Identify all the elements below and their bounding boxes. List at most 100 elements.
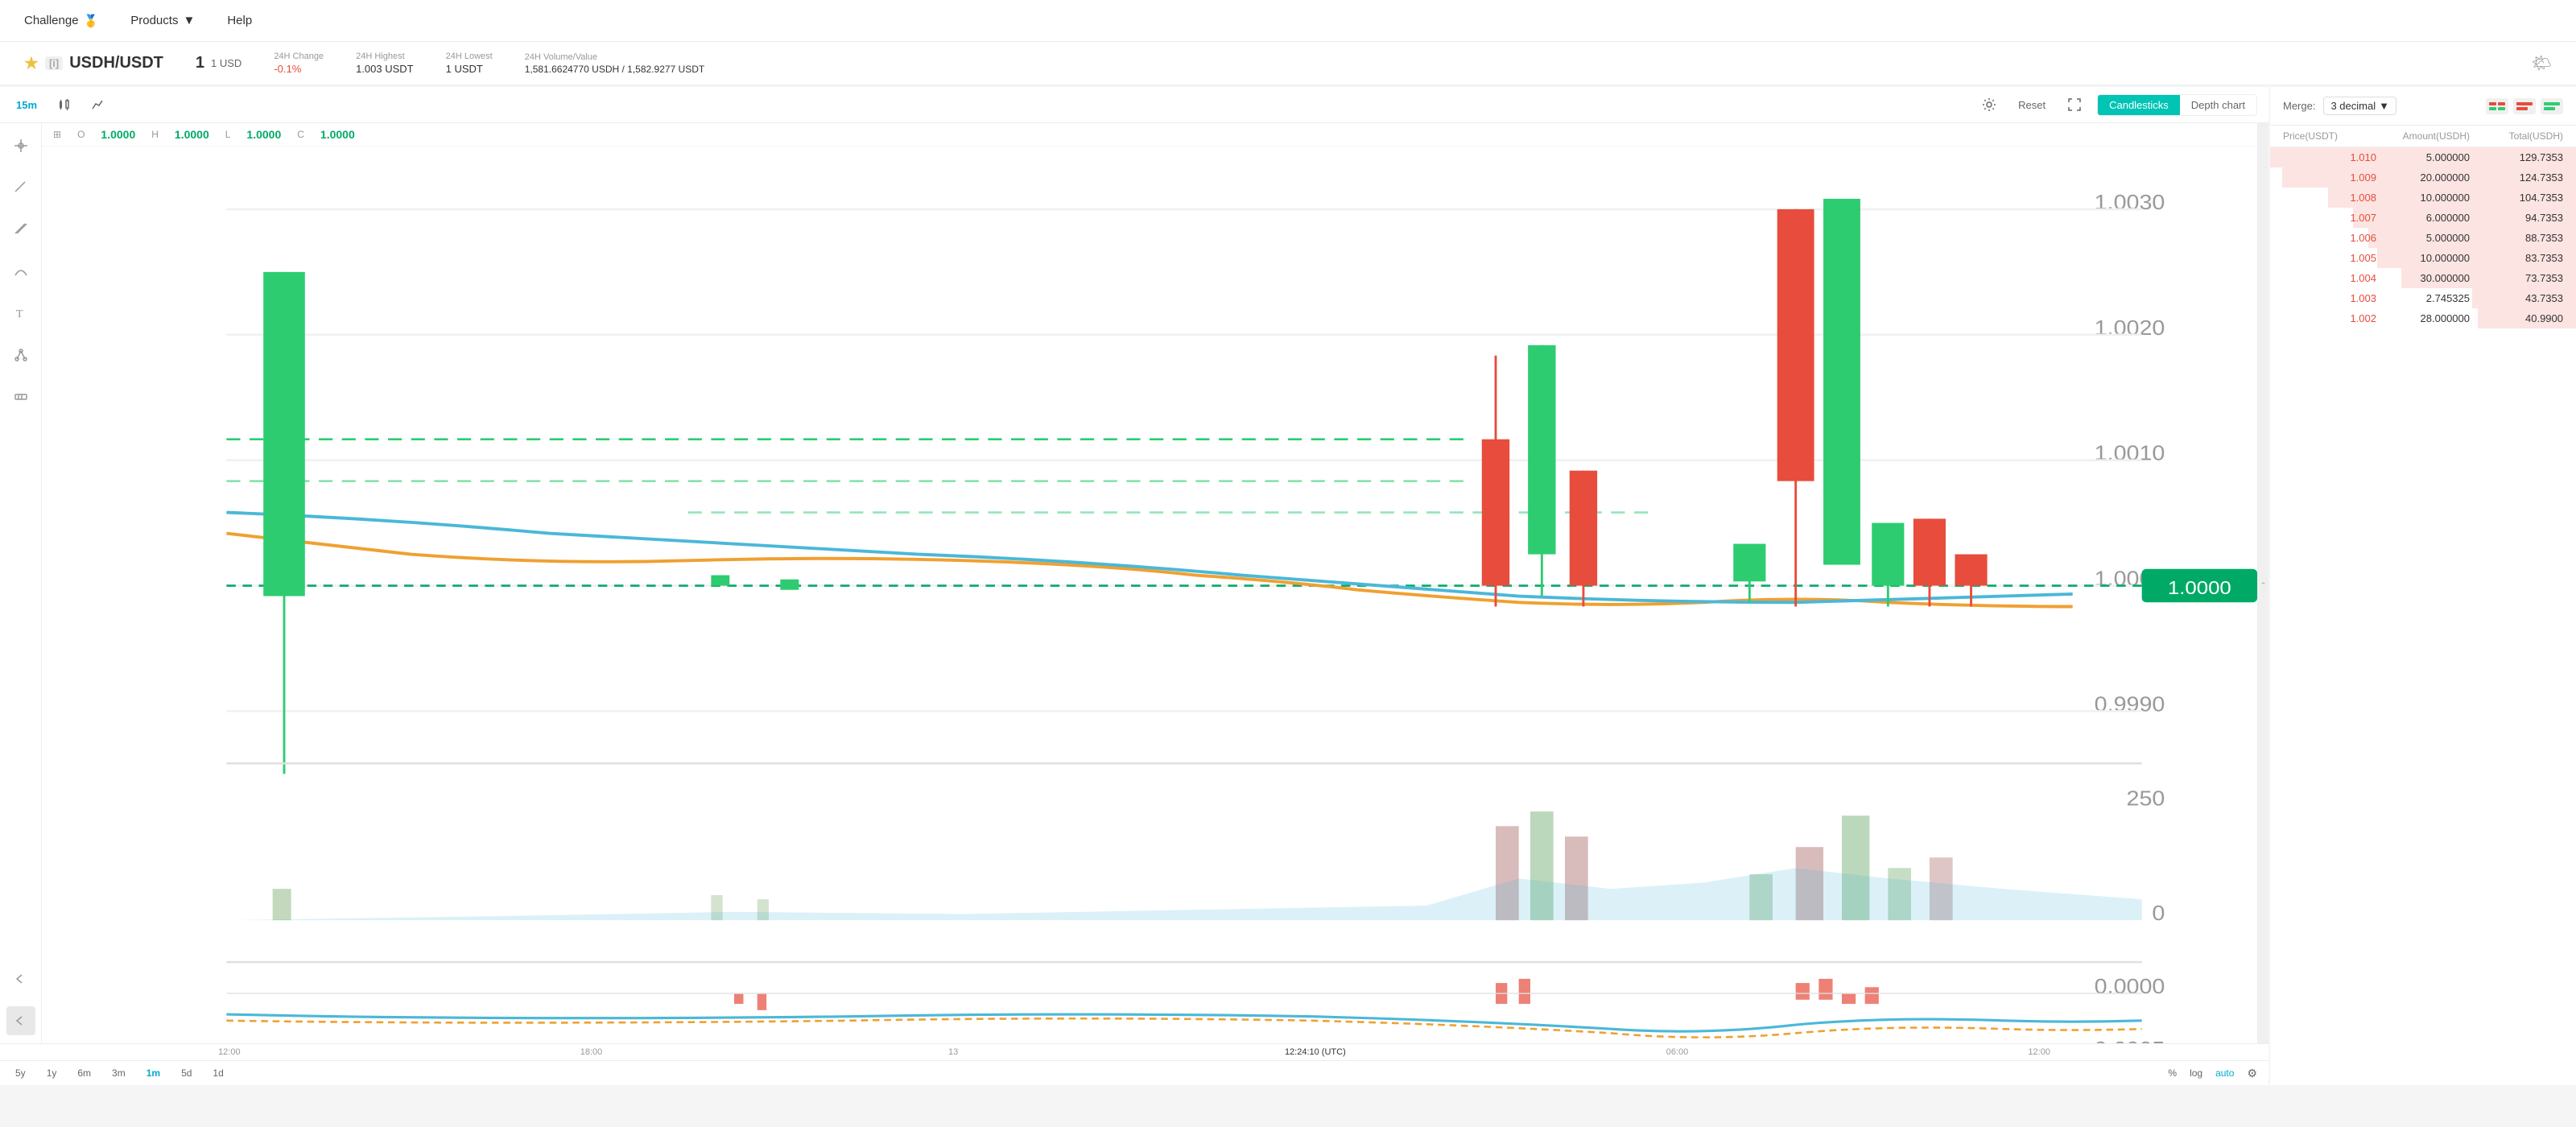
top-navigation: Challenge 🥇 Products ▼ Help xyxy=(0,0,2576,42)
chart-settings-icon[interactable]: ⚙ xyxy=(2247,1067,2257,1080)
ohlc-open: 1.0000 xyxy=(101,128,135,141)
ask-total-cell: 83.7353 xyxy=(2470,252,2563,264)
ask-total-cell: 43.7353 xyxy=(2470,292,2563,304)
back-tool[interactable] xyxy=(6,964,35,993)
info-badge: [i] xyxy=(45,56,63,70)
merge-select[interactable]: 3 decimal ▼ xyxy=(2323,97,2396,115)
lowest-value: 1 USDT xyxy=(446,63,493,75)
fullscreen-button[interactable] xyxy=(2063,93,2086,116)
ask-price-cell: 1.005 xyxy=(2283,252,2376,264)
ask-total-cell: 40.9900 xyxy=(2470,312,2563,324)
period-1y-button[interactable]: 1y xyxy=(43,1066,61,1080)
node-tool[interactable] xyxy=(6,341,35,369)
main-layout: 15m xyxy=(0,87,2576,1085)
ask-amount-cell: 30.000000 xyxy=(2376,272,2470,284)
ask-total-cell: 129.7353 xyxy=(2470,151,2563,163)
svg-text:0: 0 xyxy=(2152,901,2165,924)
auto-scale-button[interactable]: auto xyxy=(2215,1067,2234,1079)
time-label-1200: 12:00 xyxy=(48,1047,411,1057)
period-5y-button[interactable]: 5y xyxy=(11,1066,30,1080)
merge-value: 3 decimal xyxy=(2330,100,2376,112)
ticker-usd: 1 USD xyxy=(211,57,242,69)
chart-panel: 15m xyxy=(0,87,2268,1085)
measure-tool[interactable] xyxy=(6,382,35,411)
ask-price-cell: 1.009 xyxy=(2283,171,2376,184)
line-tool[interactable] xyxy=(6,173,35,202)
nav-challenge[interactable]: Challenge 🥇 xyxy=(24,14,98,28)
svg-text:0.0000: 0.0000 xyxy=(2095,974,2165,997)
ob-ask-row[interactable]: 1.00810.000000104.7353 xyxy=(2270,188,2576,208)
text-tool[interactable]: T xyxy=(6,299,35,328)
ohlc-low: 1.0000 xyxy=(246,128,281,141)
merge-dropdown-icon: ▼ xyxy=(2379,100,2389,112)
left-toolbar: T xyxy=(0,123,42,1043)
curve-tool[interactable] xyxy=(6,257,35,286)
ob-ask-row[interactable]: 1.0032.74532543.7353 xyxy=(2270,288,2576,308)
help-label: Help xyxy=(227,14,252,27)
ob-view-both-button[interactable] xyxy=(2486,98,2508,114)
period-3m-button[interactable]: 3m xyxy=(108,1066,130,1080)
ob-total-header: Total(USDH) xyxy=(2470,130,2563,142)
settings-gear-icon[interactable] xyxy=(1978,93,2000,116)
ray-tool[interactable] xyxy=(6,215,35,244)
period-5d-button[interactable]: 5d xyxy=(177,1066,196,1080)
change-label: 24H Change xyxy=(274,52,324,61)
ob-ask-row[interactable]: 1.0105.000000129.7353 xyxy=(2270,147,2576,167)
timeframe-15m-button[interactable]: 15m xyxy=(11,97,42,114)
period-6m-button[interactable]: 6m xyxy=(73,1066,95,1080)
weather-icon: 🌤 xyxy=(2532,53,2552,73)
collapse-sidebar-button[interactable]: ‹ xyxy=(2257,123,2268,1043)
chart-area: ⊞ O 1.0000 H 1.0000 L 1.0000 C 1.0000 1.… xyxy=(42,123,2257,1043)
depth-chart-button[interactable]: Depth chart xyxy=(2180,95,2256,115)
ask-amount-cell: 10.000000 xyxy=(2376,192,2470,204)
period-1d-button[interactable]: 1d xyxy=(208,1066,227,1080)
ticker-change-stat: 24H Change -0.1% xyxy=(274,52,324,75)
candlesticks-button[interactable]: Candlesticks xyxy=(2098,95,2180,115)
favorite-star-icon[interactable]: ★ xyxy=(24,53,39,73)
chart-svg-area[interactable]: 1.0030 1.0020 1.0010 1.0000 0.9990 xyxy=(42,147,2257,1043)
ask-total-cell: 88.7353 xyxy=(2470,232,2563,244)
ask-amount-cell: 6.000000 xyxy=(2376,212,2470,224)
svg-text:-0.0005: -0.0005 xyxy=(2087,1037,2165,1043)
highest-label: 24H Highest xyxy=(356,52,414,61)
chevron-down-icon: ▼ xyxy=(183,14,195,27)
ob-ask-row[interactable]: 1.00228.00000040.9900 xyxy=(2270,308,2576,328)
ob-ask-row[interactable]: 1.00510.00000083.7353 xyxy=(2270,248,2576,268)
svg-text:1.0000: 1.0000 xyxy=(2168,578,2231,599)
ob-view-asks-button[interactable] xyxy=(2513,98,2536,114)
percent-toggle[interactable]: % xyxy=(2168,1067,2177,1079)
nav-products[interactable]: Products ▼ xyxy=(130,14,195,27)
chart-type-toggle: Candlesticks Depth chart xyxy=(2097,94,2257,116)
line-chart-icon[interactable] xyxy=(87,93,109,116)
symbol-name: USDH/USDT xyxy=(69,54,163,72)
utc-time: 12:24:10 (UTC) xyxy=(1134,1047,1496,1057)
nav-help[interactable]: Help xyxy=(227,14,252,27)
ask-price-cell: 1.003 xyxy=(2283,292,2376,304)
period-1m-button[interactable]: 1m xyxy=(142,1066,164,1080)
time-axis: 12:00 18:00 13 12:24:10 (UTC) 06:00 12:0… xyxy=(0,1043,2268,1060)
ob-ask-row[interactable]: 1.00430.00000073.7353 xyxy=(2270,268,2576,288)
svg-text:250: 250 xyxy=(2127,786,2165,810)
ask-price-cell: 1.002 xyxy=(2283,312,2376,324)
candle-type-icon[interactable] xyxy=(53,93,76,116)
ohlc-row: ⊞ O 1.0000 H 1.0000 L 1.0000 C 1.0000 xyxy=(42,123,2257,147)
orderbook-panel: Merge: 3 decimal ▼ Price(USDT) Amount(US… xyxy=(2270,87,2576,1085)
ob-ask-row[interactable]: 1.0076.00000094.7353 xyxy=(2270,208,2576,228)
ask-amount-cell: 5.000000 xyxy=(2376,232,2470,244)
crosshair-tool[interactable] xyxy=(6,131,35,160)
time-label-0600: 06:00 xyxy=(1496,1047,1859,1057)
ask-total-cell: 94.7353 xyxy=(2470,212,2563,224)
ob-ask-row[interactable]: 1.00920.000000124.7353 xyxy=(2270,167,2576,188)
ask-total-cell: 104.7353 xyxy=(2470,192,2563,204)
log-toggle[interactable]: log xyxy=(2190,1067,2202,1079)
ticker-highest-stat: 24H Highest 1.003 USDT xyxy=(356,52,414,75)
ob-ask-rows: 1.0105.000000129.73531.00920.000000124.7… xyxy=(2270,147,2576,1085)
ob-view-bids-button[interactable] xyxy=(2541,98,2563,114)
ask-amount-cell: 2.745325 xyxy=(2376,292,2470,304)
reset-button[interactable]: Reset xyxy=(2012,97,2052,114)
ticker-price: 1 xyxy=(196,54,204,72)
ask-total-cell: 73.7353 xyxy=(2470,272,2563,284)
ob-ask-row[interactable]: 1.0065.00000088.7353 xyxy=(2270,228,2576,248)
ask-amount-cell: 20.000000 xyxy=(2376,171,2470,184)
collapse-sidebar-button[interactable] xyxy=(6,1006,35,1035)
